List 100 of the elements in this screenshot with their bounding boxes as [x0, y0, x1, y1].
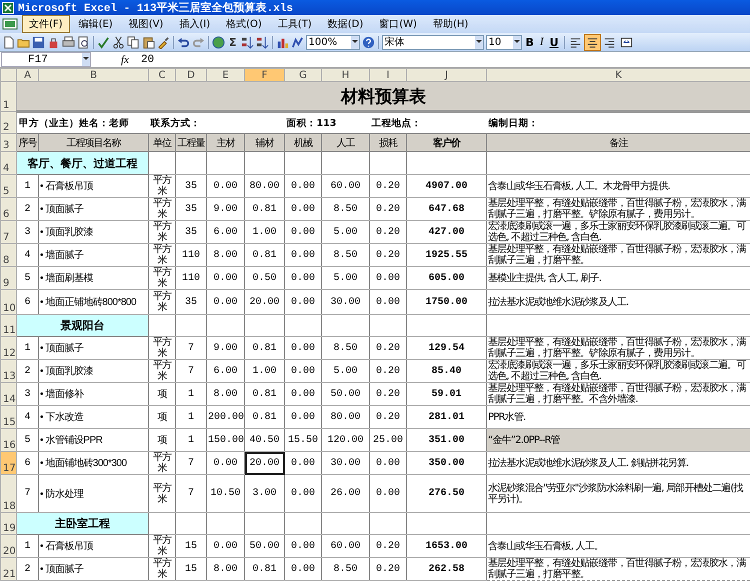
save-icon[interactable]	[32, 36, 45, 48]
row-header[interactable]: 7	[0, 220, 16, 244]
scissors-icon[interactable]	[112, 36, 125, 48]
table-cell: • 墙面刷基模	[38, 266, 148, 290]
column-header[interactable]: I	[370, 68, 406, 82]
row-header[interactable]: 10	[0, 290, 16, 314]
table-cell: 平方米	[148, 290, 176, 314]
printer-icon[interactable]	[62, 36, 75, 48]
help-icon[interactable]	[362, 36, 375, 48]
bold-button[interactable]: B	[524, 36, 536, 48]
row-header[interactable]: 4	[0, 152, 16, 174]
row-header[interactable]: 19	[0, 512, 16, 534]
area-label: 面积：113	[286, 118, 336, 128]
menu-item[interactable]: 视图(V)	[122, 15, 170, 33]
table-cell: 262.58	[406, 558, 486, 580]
font-dropdown[interactable]: 宋体	[382, 34, 484, 50]
row-header[interactable]: 1	[0, 82, 16, 112]
menu-item[interactable]: 插入(I)	[172, 15, 218, 33]
print-preview-icon[interactable]	[77, 36, 90, 48]
row-header[interactable]: 2	[0, 112, 16, 134]
table-cell: 15.50	[284, 428, 322, 452]
row-header[interactable]: 18	[0, 474, 16, 512]
menu-item[interactable]: 帮助(H)	[426, 15, 476, 33]
row-header[interactable]: 17	[0, 452, 16, 474]
table-cell: 6.00	[206, 360, 244, 382]
table-cell: 7	[176, 360, 206, 382]
row-header[interactable]: 16	[0, 428, 16, 452]
row-header[interactable]: 11	[0, 314, 16, 336]
autosum-button[interactable]: Σ	[227, 36, 239, 48]
table-cell: 宏溙底漆刷或滚一遍，多乐士家丽安环保乳胶漆刷或滚二遍。可选色, 不超过三种色, 含白色.	[486, 220, 750, 244]
table-cell: 150.00	[206, 428, 244, 452]
table-cell: 0.00	[284, 534, 322, 558]
table-cell: 1	[16, 534, 38, 558]
zoom-dropdown[interactable]: 100%	[306, 34, 360, 50]
lock-icon[interactable]	[47, 36, 60, 48]
menu-item[interactable]: 文件(F)	[22, 15, 70, 33]
sort-descending-icon[interactable]	[256, 36, 269, 48]
column-header[interactable]: E	[206, 68, 244, 82]
menu-item[interactable]: 窗口(W)	[372, 15, 424, 33]
table-cell: 60.00	[322, 174, 370, 198]
row-header[interactable]: 13	[0, 360, 16, 382]
insert-function-button[interactable]: fx	[121, 54, 129, 66]
column-header[interactable]: G	[284, 68, 322, 82]
formula-field[interactable]: 20	[140, 54, 750, 66]
workbook-icon[interactable]	[2, 18, 18, 30]
row-header[interactable]: 3	[0, 134, 16, 152]
brush-icon[interactable]	[157, 36, 170, 48]
menu-item[interactable]: 数据(D)	[320, 15, 370, 33]
row-header[interactable]: 6	[0, 198, 16, 220]
table-cell: 1925.55	[406, 244, 486, 266]
italic-button[interactable]: I	[538, 36, 546, 48]
undo-icon[interactable]	[177, 36, 190, 48]
table-cell: 基层处理平整，有缝处贴嵌缝带，百世得腻子粉，宏溙胶水，满刮腻子三遍，打磨平整。铲除原有腻子，费用另计。	[486, 198, 750, 220]
menu-item[interactable]: 格式(O)	[219, 15, 269, 33]
column-heading: 客户价	[406, 134, 486, 152]
table-cell: 4907.00	[406, 174, 486, 198]
sort-ascending-icon[interactable]	[240, 36, 254, 48]
column-header[interactable]: A	[16, 68, 38, 82]
table-cell: • 顶面乳胶漆	[38, 220, 148, 244]
table-cell: 基层处理平整，有缝处贴嵌缝带，百世得腻子粉，宏溙胶水，满刮腻子三遍，打磨平整。	[486, 558, 750, 580]
name-box[interactable]: F17	[1, 52, 91, 67]
table-cell: 平方米	[148, 174, 176, 198]
table-cell: 1750.00	[406, 290, 486, 314]
font-size-dropdown[interactable]: 10	[486, 34, 522, 50]
column-header[interactable]: F	[244, 68, 284, 82]
table-cell: 平方米	[148, 558, 176, 580]
table-cell: 0.20	[370, 558, 406, 580]
paste-icon[interactable]	[142, 36, 155, 48]
table-cell: 0.20	[370, 360, 406, 382]
table-cell: 10.50	[206, 474, 244, 512]
table-cell: 276.50	[406, 474, 486, 512]
menu-item[interactable]: 编辑(E)	[72, 15, 120, 33]
row-header[interactable]: 9	[0, 266, 16, 290]
row-header[interactable]: 21	[0, 558, 16, 580]
column-heading: 序号	[16, 134, 38, 152]
table-cell: 20.00	[244, 290, 284, 314]
table-cell: • 墙面修补	[38, 382, 148, 406]
table-cell: • 下水改造	[38, 406, 148, 428]
table-cell: 0.00	[284, 220, 322, 244]
align-center-icon[interactable]	[584, 34, 600, 50]
column-header[interactable]: K	[486, 68, 750, 82]
table-cell: 6.00	[206, 220, 244, 244]
row-header[interactable]: 15	[0, 406, 16, 428]
column-header[interactable]: C	[148, 68, 176, 82]
table-cell: 平方米	[148, 360, 176, 382]
column-header[interactable]: B	[38, 68, 148, 82]
row-header[interactable]: 12	[0, 336, 16, 360]
column-header[interactable]: D	[176, 68, 206, 82]
copy-icon[interactable]	[127, 36, 140, 48]
column-header[interactable]: J	[406, 68, 486, 82]
row-header[interactable]: 8	[0, 244, 16, 266]
new-document-icon[interactable]	[2, 36, 15, 48]
row-header[interactable]: 5	[0, 174, 16, 198]
table-cell: • 顶面乳胶漆	[38, 360, 148, 382]
row-header[interactable]: 20	[0, 534, 16, 558]
row-header[interactable]: 14	[0, 382, 16, 406]
table-cell: 0.00	[284, 558, 322, 580]
underline-button[interactable]: U	[548, 36, 561, 48]
column-header[interactable]: H	[322, 68, 370, 82]
menu-item[interactable]: 工具(T)	[270, 15, 319, 33]
